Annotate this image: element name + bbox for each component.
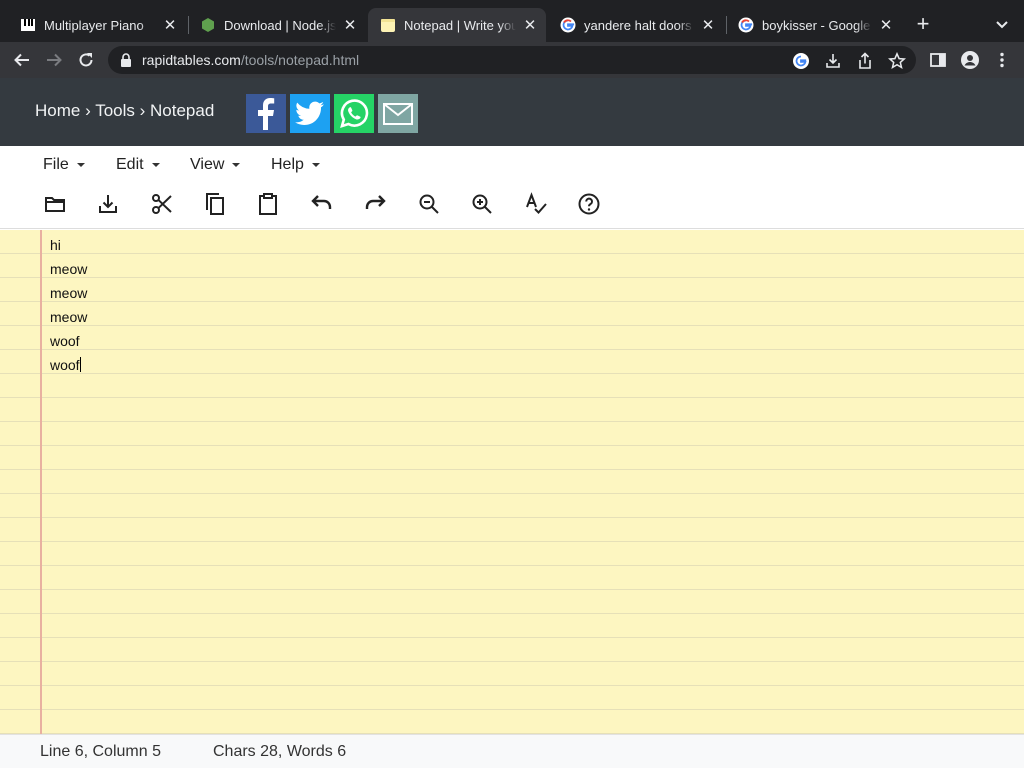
side-panel-icon[interactable] <box>928 50 948 70</box>
browser-tab[interactable]: yandere halt doors - Google Search ✕ <box>548 8 724 42</box>
bookmark-star-icon[interactable] <box>888 52 906 70</box>
download-icon[interactable] <box>95 191 121 217</box>
browser-tab-strip: Multiplayer Piano ✕ Download | Node.js ✕… <box>0 0 1024 42</box>
notepad-toolbar <box>0 182 1024 229</box>
caret-down-icon <box>311 163 320 167</box>
whatsapp-share-icon[interactable] <box>334 94 374 133</box>
zoom-in-icon[interactable] <box>469 191 495 217</box>
copy-icon[interactable] <box>202 191 228 217</box>
text-line: meow <box>50 261 88 277</box>
breadcrumb-tools[interactable]: Tools <box>95 101 135 120</box>
notepad-text[interactable]: hi meow meow meow woof woof <box>50 233 87 377</box>
menu-view[interactable]: View <box>190 156 241 174</box>
menu-label: Help <box>271 156 304 173</box>
menu-bar: File Edit View Help <box>0 146 1024 182</box>
lock-icon[interactable] <box>120 53 132 67</box>
close-tab-icon[interactable]: ✕ <box>342 17 358 34</box>
back-arrow-icon[interactable] <box>10 48 34 72</box>
share-icon[interactable] <box>856 52 874 70</box>
status-bar: Line 6, Column 5 Chars 28, Words 6 <box>0 734 1024 768</box>
browser-tab[interactable]: boykisser - Google Search ✕ <box>726 8 902 42</box>
notepad-textarea[interactable]: hi meow meow meow woof woof <box>0 230 1024 734</box>
breadcrumb-notepad[interactable]: Notepad <box>150 101 214 120</box>
undo-icon[interactable] <box>309 191 335 217</box>
notepad-icon <box>380 17 396 33</box>
open-folder-icon[interactable] <box>42 191 68 217</box>
breadcrumb-separator: › <box>139 101 146 120</box>
twitter-share-icon[interactable] <box>290 94 330 133</box>
url-host: rapidtables.com <box>142 52 241 68</box>
piano-icon <box>20 17 36 33</box>
plus-icon[interactable]: + <box>912 13 934 36</box>
paste-icon[interactable] <box>255 191 281 217</box>
cursor-position: Line 6, Column 5 <box>40 743 161 760</box>
cut-icon[interactable] <box>149 191 175 217</box>
menu-label: File <box>43 156 69 173</box>
text-line: meow <box>50 285 88 301</box>
browser-tab-title: boykisser - Google Search <box>762 17 872 33</box>
caret-down-icon <box>76 163 85 167</box>
text-line: meow <box>50 309 88 325</box>
browser-tab-active[interactable]: Notepad | Write your text online ✕ <box>368 8 546 42</box>
browser-tab-title: Download | Node.js <box>224 17 336 33</box>
close-tab-icon[interactable]: ✕ <box>878 17 894 34</box>
browser-tab[interactable]: Download | Node.js ✕ <box>188 8 366 42</box>
browser-toolbar: rapidtables.com/tools/notepad.html <box>0 42 1024 78</box>
help-icon[interactable] <box>576 191 602 217</box>
paper-margin-line <box>40 230 42 734</box>
text-line-content: woof <box>50 357 80 373</box>
close-tab-icon[interactable]: ✕ <box>700 17 716 34</box>
browser-tab-title: Multiplayer Piano <box>44 17 144 33</box>
close-tab-icon[interactable]: ✕ <box>162 17 178 34</box>
text-line-current: woof <box>50 353 87 377</box>
text-cursor <box>79 357 81 372</box>
nodejs-hexagon-icon <box>200 17 216 33</box>
caret-down-icon <box>151 163 160 167</box>
google-g-icon <box>738 17 754 33</box>
browser-tab[interactable]: Multiplayer Piano ✕ <box>8 8 186 42</box>
breadcrumb-home[interactable]: Home <box>35 101 80 120</box>
caret-down-icon <box>232 163 241 167</box>
text-line: hi <box>50 237 61 253</box>
char-word-count: Chars 28, Words 6 <box>213 743 347 760</box>
browser-tab-title: Notepad | Write your text online <box>404 17 516 33</box>
menu-file[interactable]: File <box>43 156 85 174</box>
redo-icon[interactable] <box>362 191 388 217</box>
google-lens-icon[interactable] <box>792 52 810 70</box>
breadcrumb-separator: › <box>85 101 91 120</box>
menu-label: Edit <box>116 156 144 173</box>
breadcrumb: Home › Tools › Notepad <box>35 101 214 121</box>
spellcheck-icon[interactable] <box>523 191 549 217</box>
menu-edit[interactable]: Edit <box>116 156 160 174</box>
text-line: woof <box>50 333 80 349</box>
close-tab-icon[interactable]: ✕ <box>522 17 538 34</box>
facebook-share-icon[interactable] <box>246 94 286 133</box>
menu-help[interactable]: Help <box>271 156 320 174</box>
zoom-out-icon[interactable] <box>416 191 442 217</box>
kebab-menu-icon[interactable] <box>992 50 1012 70</box>
google-g-icon <box>560 17 576 33</box>
address-bar[interactable]: rapidtables.com/tools/notepad.html <box>108 46 916 74</box>
reload-icon[interactable] <box>74 48 98 72</box>
menu-label: View <box>190 156 225 173</box>
email-share-icon[interactable] <box>378 94 418 133</box>
site-header: Home › Tools › Notepad <box>0 78 1024 146</box>
profile-icon[interactable] <box>960 50 980 70</box>
chevron-down-icon[interactable] <box>992 14 1012 34</box>
browser-tab-title: yandere halt doors - Google Search <box>584 17 694 33</box>
url-text[interactable]: rapidtables.com/tools/notepad.html <box>142 52 359 68</box>
forward-arrow-icon[interactable] <box>42 48 66 72</box>
install-app-icon[interactable] <box>824 52 842 70</box>
url-path: /tools/notepad.html <box>240 52 360 68</box>
